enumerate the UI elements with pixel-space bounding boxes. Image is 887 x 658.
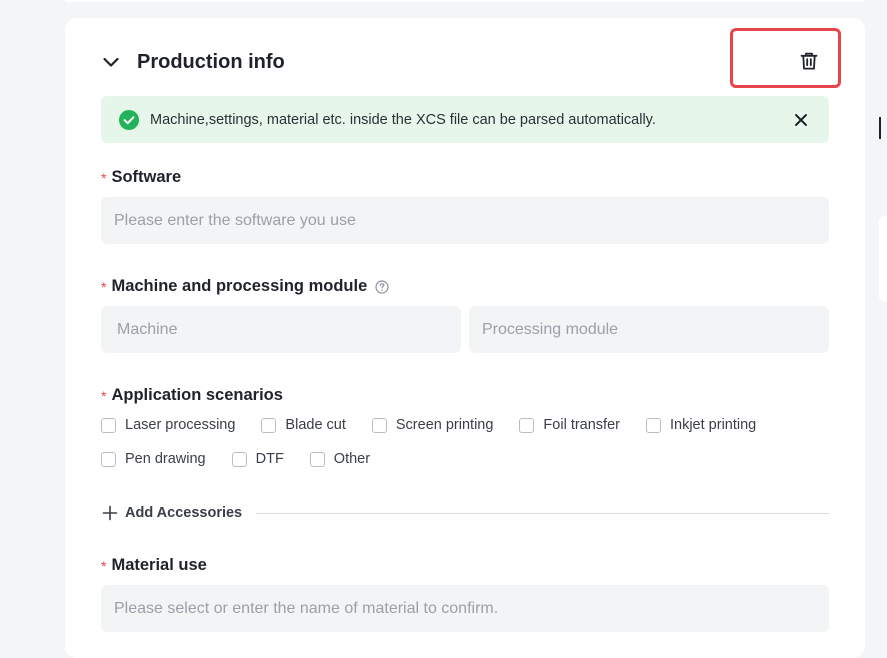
question-circle-icon[interactable]	[375, 279, 389, 294]
application-options-row-2: Pen drawing DTF Other	[101, 451, 396, 467]
checkbox-blade-cut[interactable]: Blade cut	[261, 417, 346, 433]
software-label: * Software	[101, 168, 181, 187]
divider	[256, 512, 829, 514]
machine-module-label: * Machine and processing module	[101, 277, 389, 296]
required-mark: *	[101, 278, 107, 295]
checkbox-label: Blade cut	[285, 417, 346, 433]
machine-module-label-text: Machine and processing module	[111, 277, 368, 295]
trash-icon	[799, 51, 819, 76]
scrollbar-thumb[interactable]	[879, 117, 881, 139]
checkbox-label: Other	[333, 451, 371, 467]
checkbox-label: Laser processing	[125, 417, 236, 433]
checkbox-label: Inkjet printing	[669, 417, 757, 433]
material-input[interactable]	[101, 585, 829, 632]
checkbox-box[interactable]	[261, 417, 277, 433]
close-icon[interactable]	[791, 110, 811, 130]
checkbox-box[interactable]	[309, 451, 325, 467]
checkbox-label: Foil transfer	[543, 417, 620, 433]
checkbox-box[interactable]	[645, 417, 661, 433]
required-mark: *	[101, 557, 107, 574]
section-title: Production info	[137, 50, 285, 73]
checkbox-label: Screen printing	[395, 417, 494, 433]
checkbox-screen-printing[interactable]: Screen printing	[371, 417, 494, 433]
checkbox-pen-drawing[interactable]: Pen drawing	[101, 451, 206, 467]
checkbox-box[interactable]	[371, 417, 387, 433]
checkbox-other[interactable]: Other	[309, 451, 371, 467]
parse-info-alert: Machine,settings, material etc. inside t…	[101, 96, 829, 143]
alert-message: Machine,settings, material etc. inside t…	[150, 111, 656, 128]
accessories-row: Add Accessories	[101, 502, 829, 524]
processing-module-input[interactable]	[469, 306, 829, 353]
previous-card	[65, 0, 865, 2]
check-circle-icon	[119, 109, 139, 130]
machine-input[interactable]	[101, 306, 461, 353]
checkbox-dtf[interactable]: DTF	[231, 451, 284, 467]
add-accessories-label: Add Accessories	[125, 505, 243, 521]
checkbox-box[interactable]	[101, 451, 116, 467]
checkbox-box[interactable]	[231, 451, 247, 467]
checkbox-label: DTF	[255, 451, 284, 467]
checkbox-label: Pen drawing	[125, 451, 206, 467]
side-panel-edge	[879, 216, 887, 302]
required-mark: *	[101, 169, 107, 186]
checkbox-box[interactable]	[519, 417, 535, 433]
application-label: * Application scenarios	[101, 386, 283, 405]
delete-button[interactable]	[796, 50, 822, 76]
checkbox-laser-processing[interactable]: Laser processing	[101, 417, 235, 433]
software-label-text: Software	[111, 168, 182, 186]
required-mark: *	[101, 387, 107, 404]
software-input[interactable]	[101, 197, 829, 244]
application-options-row-1: Laser processing Blade cut Screen printi…	[101, 417, 782, 433]
chevron-down-icon[interactable]	[101, 52, 121, 72]
checkbox-foil-transfer[interactable]: Foil transfer	[519, 417, 620, 433]
application-label-text: Application scenarios	[111, 386, 283, 404]
material-label: * Material use	[101, 556, 207, 575]
material-label-text: Material use	[111, 556, 207, 574]
plus-icon	[101, 504, 119, 522]
checkbox-box[interactable]	[101, 417, 116, 433]
add-accessories-button[interactable]: Add Accessories	[101, 504, 242, 522]
section-header: Production info	[101, 46, 285, 78]
checkbox-inkjet-printing[interactable]: Inkjet printing	[645, 417, 757, 433]
delete-highlight-box	[730, 28, 841, 88]
